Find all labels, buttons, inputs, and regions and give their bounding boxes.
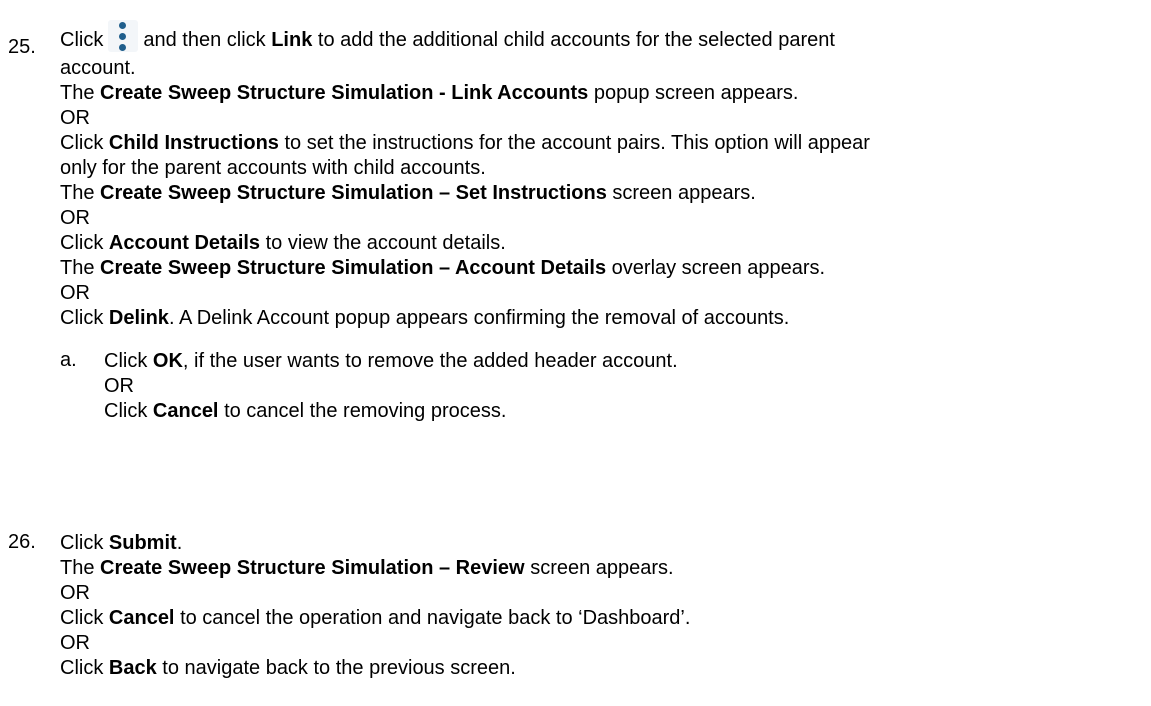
instruction-line: account.	[60, 57, 136, 79]
or-separator: OR	[60, 282, 90, 304]
instruction-line: The Create Sweep Structure Simulation – …	[60, 182, 756, 204]
step-body: Click and then click Link to add the addi…	[60, 20, 1138, 424]
or-separator: OR	[60, 107, 90, 129]
substep-a: a. Click OK, if the user wants to remove…	[60, 349, 1138, 424]
instruction-line: Click Cancel to cancel the removing proc…	[104, 400, 507, 422]
instruction-line: Click OK, if the user wants to remove th…	[104, 350, 678, 372]
or-separator: OR	[60, 207, 90, 229]
or-separator: OR	[104, 375, 134, 397]
kebab-menu-icon	[108, 20, 139, 52]
instruction-line: Click Cancel to cancel the operation and…	[60, 607, 691, 629]
account-details-option: Account Details	[108, 232, 261, 254]
instruction-line: The Create Sweep Structure Simulation – …	[60, 557, 674, 579]
link-option: Link	[271, 29, 313, 51]
step-number: 26.	[8, 531, 36, 553]
or-separator: OR	[60, 582, 90, 604]
child-instructions-option: Child Instructions	[108, 132, 279, 154]
instruction-line: Click Account Details to view the accoun…	[60, 232, 506, 254]
instruction-line: The Create Sweep Structure Simulation – …	[60, 257, 826, 279]
instruction-line: Click Back to navigate back to the previ…	[60, 657, 516, 679]
instruction-line: Click and then click Link to add the addi…	[60, 20, 1138, 56]
cancel-option: Cancel	[152, 400, 219, 422]
back-option: Back	[108, 657, 157, 679]
ok-option: OK	[152, 350, 183, 372]
instruction-line: only for the parent accounts with child …	[60, 157, 486, 179]
instruction-line: The Create Sweep Structure Simulation - …	[60, 82, 799, 104]
instruction-line: Click Child Instructions to set the inst…	[60, 132, 870, 154]
substep-label: a.	[60, 349, 77, 371]
step-26: 26. Click Submit. The Create Sweep Struc…	[8, 531, 1138, 681]
delink-option: Delink	[108, 307, 169, 329]
instruction-line: Click Submit.	[60, 532, 183, 554]
instruction-line: Click Delink. A Delink Account popup app…	[60, 307, 790, 329]
step-number: 25.	[8, 36, 36, 58]
step-body: Click Submit. The Create Sweep Structure…	[60, 531, 1138, 681]
or-separator: OR	[60, 632, 90, 654]
submit-option: Submit	[108, 532, 177, 554]
cancel-option: Cancel	[108, 607, 175, 629]
step-25: 25. Click and then click Link to add the …	[8, 8, 1138, 424]
